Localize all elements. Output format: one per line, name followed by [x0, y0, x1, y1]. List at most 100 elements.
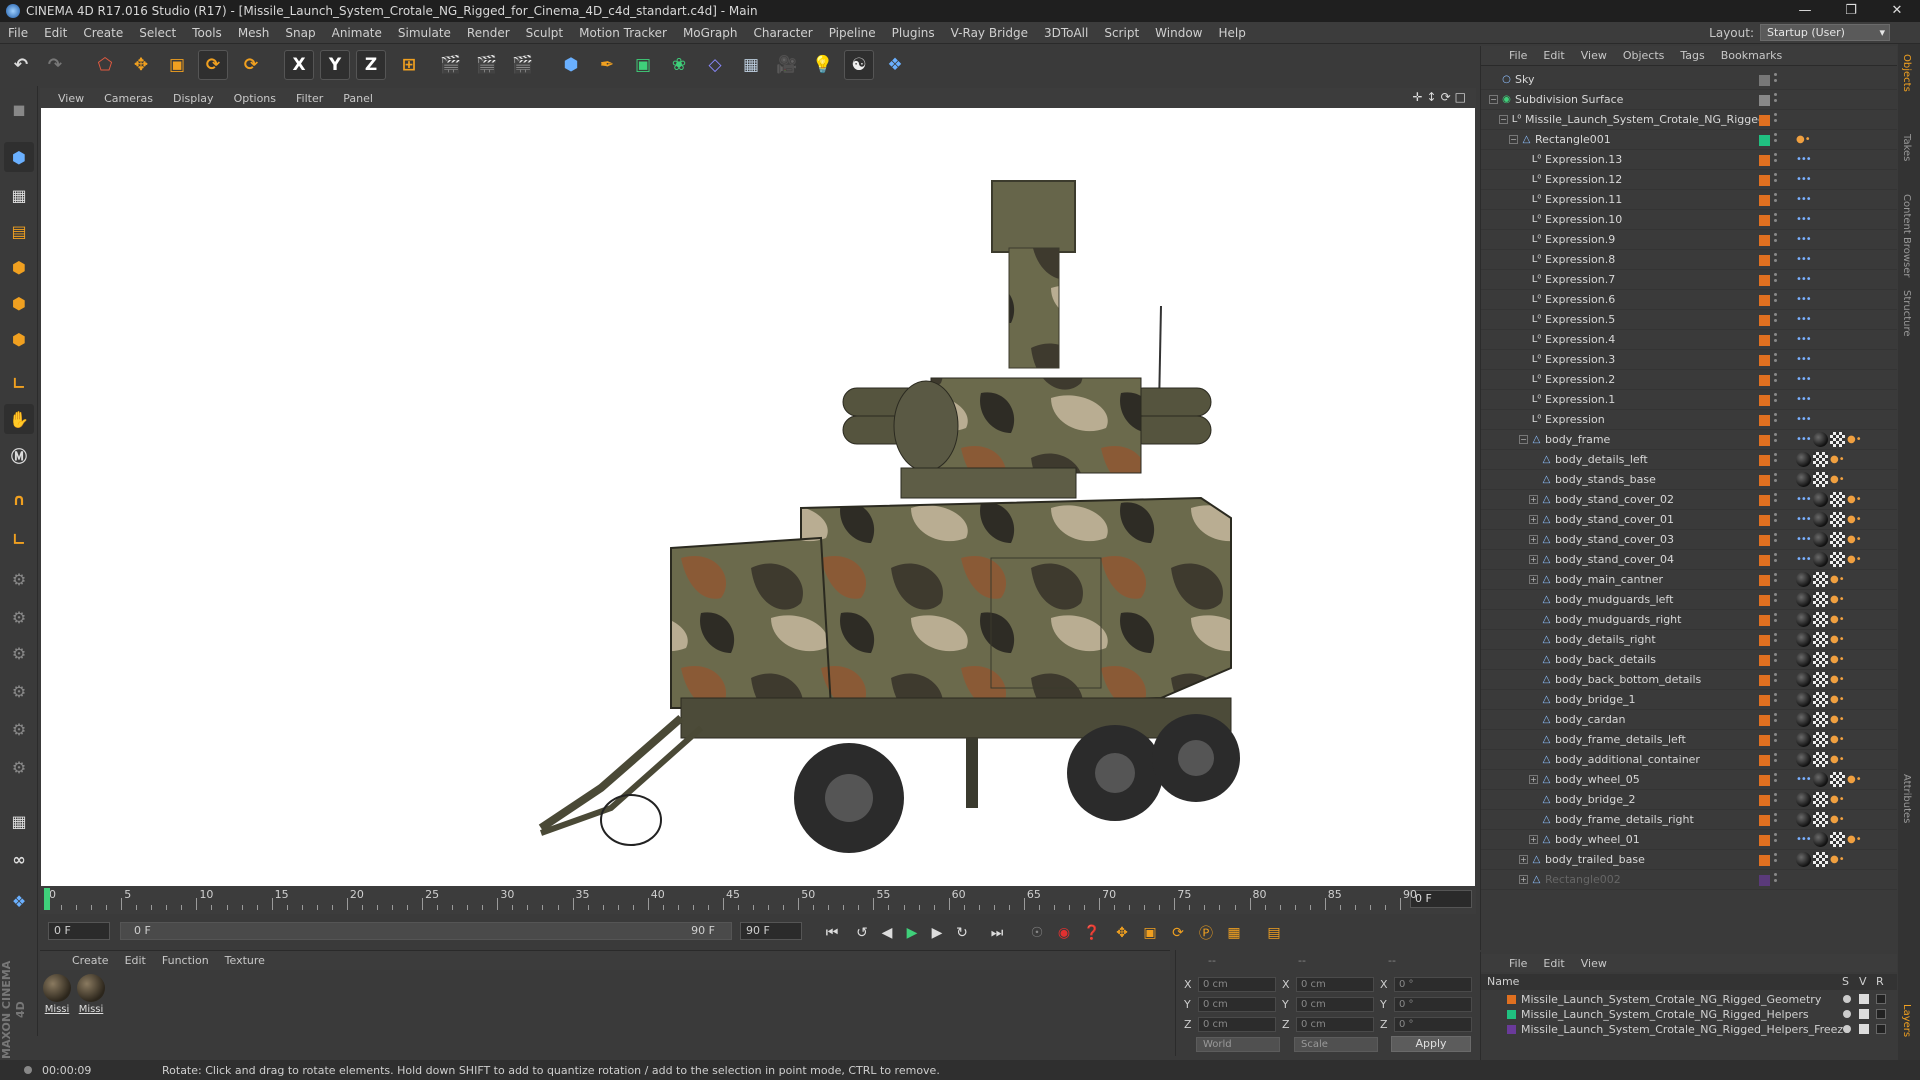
- object-row[interactable]: − △ body_frame ••• ●•: [1481, 430, 1897, 450]
- coordinate-mode-dropdown[interactable]: World: [1196, 1037, 1280, 1052]
- visibility-dots-icon[interactable]: [1774, 253, 1778, 265]
- object-row[interactable]: − ◉ Subdivision Surface: [1481, 90, 1897, 110]
- uvw-tag-icon[interactable]: [1813, 612, 1828, 627]
- camera-icon[interactable]: 🎥: [772, 50, 802, 80]
- object-row[interactable]: L⁰ Expression.9 •••: [1481, 230, 1897, 250]
- side-tab-takes[interactable]: Takes: [1901, 134, 1912, 161]
- material-tag-icon[interactable]: [1796, 632, 1811, 647]
- visibility-dots-icon[interactable]: [1774, 173, 1778, 185]
- layer-color-swatch[interactable]: [1759, 815, 1770, 826]
- phong-tag-icon[interactable]: ●•: [1847, 432, 1862, 447]
- visibility-dots-icon[interactable]: [1774, 73, 1778, 85]
- maximize-button[interactable]: ❐: [1828, 0, 1874, 22]
- menu-pipeline[interactable]: Pipeline: [821, 26, 884, 40]
- object-row[interactable]: L⁰ Expression.10 •••: [1481, 210, 1897, 230]
- layer-row[interactable]: Missile_Launch_System_Crotale_NG_Rigged_…: [1481, 1022, 1897, 1037]
- object-row[interactable]: L⁰ Expression.13 •••: [1481, 150, 1897, 170]
- size-x-field[interactable]: 0 cm: [1296, 977, 1374, 992]
- viewport-menu-display[interactable]: Display: [163, 92, 224, 105]
- view-toggle-icon[interactable]: [1859, 1009, 1869, 1019]
- visibility-dots-icon[interactable]: [1774, 393, 1778, 405]
- solo-icon[interactable]: ∞: [4, 844, 34, 874]
- menu-3dtoall[interactable]: 3DToAll: [1036, 26, 1096, 40]
- phong-tag-icon[interactable]: ●•: [1847, 512, 1862, 527]
- object-row[interactable]: △ body_mudguards_right ●•: [1481, 610, 1897, 630]
- object-row[interactable]: △ body_additional_container ●•: [1481, 750, 1897, 770]
- phong-tag-icon[interactable]: ●•: [1847, 552, 1862, 567]
- z-axis-button[interactable]: Z: [356, 50, 386, 80]
- material-menu-edit[interactable]: Edit: [117, 954, 154, 967]
- menu-mograph[interactable]: MoGraph: [675, 26, 746, 40]
- material-tag-icon[interactable]: [1813, 552, 1828, 567]
- layer-color-swatch[interactable]: [1759, 875, 1770, 886]
- solo-toggle-icon[interactable]: [1843, 1010, 1851, 1018]
- object-row[interactable]: L⁰ Expression.6 •••: [1481, 290, 1897, 310]
- expression-tag-icon[interactable]: •••: [1796, 292, 1812, 307]
- menu-plugins[interactable]: Plugins: [884, 26, 943, 40]
- array-icon[interactable]: ❀: [664, 50, 694, 80]
- object-row[interactable]: △ body_back_bottom_details ●•: [1481, 670, 1897, 690]
- side-tab-content-browser[interactable]: Content Browser: [1901, 194, 1912, 277]
- uvw-tag-icon[interactable]: [1830, 772, 1845, 787]
- end-frame-field[interactable]: 90 F: [740, 922, 802, 940]
- layer-color-swatch[interactable]: [1759, 495, 1770, 506]
- visibility-dots-icon[interactable]: [1774, 573, 1778, 585]
- visibility-dots-icon[interactable]: [1774, 833, 1778, 845]
- viewport-menu-view[interactable]: View: [48, 92, 94, 105]
- phong-tag-icon[interactable]: ●•: [1830, 812, 1845, 827]
- render-picture-viewer-icon[interactable]: 🎬: [472, 50, 502, 80]
- phong-tag-icon[interactable]: ●•: [1830, 752, 1845, 767]
- render-settings-icon[interactable]: 🎬: [508, 50, 538, 80]
- layer-color-swatch[interactable]: [1759, 255, 1770, 266]
- uvw-tag-icon[interactable]: [1813, 792, 1828, 807]
- layer-color-swatch[interactable]: [1759, 395, 1770, 406]
- menu-snap[interactable]: Snap: [277, 26, 323, 40]
- scale-icon[interactable]: ▣: [162, 50, 192, 80]
- visibility-dots-icon[interactable]: [1774, 613, 1778, 625]
- go-to-end-icon[interactable]: ⏭: [985, 922, 1009, 944]
- python-tool-icon[interactable]: ❖: [4, 886, 34, 916]
- expand-icon[interactable]: +: [1529, 495, 1538, 504]
- material-tag-icon[interactable]: [1796, 472, 1811, 487]
- render-toggle-icon[interactable]: [1876, 994, 1886, 1004]
- visibility-dots-icon[interactable]: [1774, 233, 1778, 245]
- layer-color-swatch[interactable]: [1759, 715, 1770, 726]
- expression-tag-icon[interactable]: •••: [1796, 412, 1812, 427]
- object-menu-edit[interactable]: Edit: [1535, 49, 1572, 62]
- expression-tag-icon[interactable]: •••: [1796, 492, 1812, 507]
- object-row[interactable]: L⁰ Expression.5 •••: [1481, 310, 1897, 330]
- layer-color-swatch[interactable]: [1507, 995, 1516, 1004]
- sculpt-grab-icon[interactable]: ⚙: [4, 752, 34, 782]
- menu-script[interactable]: Script: [1096, 26, 1147, 40]
- menu-v-ray-bridge[interactable]: V-Ray Bridge: [943, 26, 1036, 40]
- visibility-dots-icon[interactable]: [1774, 313, 1778, 325]
- material-tag-icon[interactable]: [1796, 852, 1811, 867]
- floor-icon[interactable]: ▦: [736, 50, 766, 80]
- sculpt-icon[interactable]: ⚙: [4, 714, 34, 744]
- visibility-dots-icon[interactable]: [1774, 773, 1778, 785]
- layer-color-swatch[interactable]: [1759, 415, 1770, 426]
- layer-color-swatch[interactable]: [1759, 655, 1770, 666]
- layer-color-swatch[interactable]: [1507, 1010, 1516, 1019]
- position-key-icon[interactable]: ✥: [1110, 922, 1134, 944]
- python-icon[interactable]: ❖: [880, 50, 910, 80]
- rotation-key-icon[interactable]: ⟳: [1166, 922, 1190, 944]
- playhead[interactable]: [44, 888, 50, 910]
- visibility-dots-icon[interactable]: [1774, 513, 1778, 525]
- object-row[interactable]: L⁰ Expression.2 •••: [1481, 370, 1897, 390]
- phong-tag-icon[interactable]: ●•: [1830, 692, 1845, 707]
- move-icon[interactable]: ✥: [126, 50, 156, 80]
- menu-window[interactable]: Window: [1147, 26, 1210, 40]
- layer-color-swatch[interactable]: [1759, 615, 1770, 626]
- snap-icon[interactable]: Ⓜ: [4, 440, 34, 470]
- menu-animate[interactable]: Animate: [324, 26, 390, 40]
- layer-row[interactable]: Missile_Launch_System_Crotale_NG_Rigged_…: [1481, 992, 1897, 1007]
- viewport-menu-options[interactable]: Options: [224, 92, 286, 105]
- scale-key-icon[interactable]: ▣: [1138, 922, 1162, 944]
- layer-color-swatch[interactable]: [1759, 755, 1770, 766]
- object-row[interactable]: − L⁰ Missile_Launch_System_Crotale_NG_Rigg…: [1481, 110, 1897, 130]
- object-row[interactable]: + △ body_wheel_01 ••• ●•: [1481, 830, 1897, 850]
- phong-tag-icon[interactable]: ●•: [1830, 592, 1845, 607]
- uvw-tag-icon[interactable]: [1813, 452, 1828, 467]
- solo-toggle-icon[interactable]: [1843, 995, 1851, 1003]
